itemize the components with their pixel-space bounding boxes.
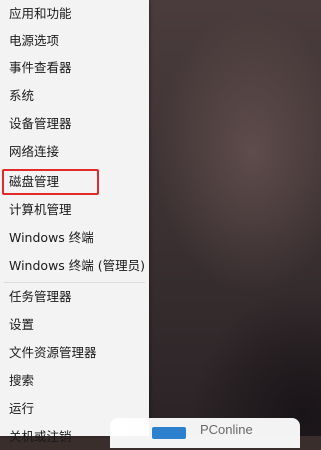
menu-item-apps-and-features[interactable]: 应用和功能 — [0, 0, 149, 27]
watermark-badge: PConline — [110, 418, 300, 448]
watermark-logo — [152, 427, 186, 439]
menu-item-event-viewer[interactable]: 事件查看器 — [0, 54, 149, 81]
menu-item-settings[interactable]: 设置 — [0, 311, 149, 338]
menu-item-windows-terminal-admin[interactable]: Windows 终端 (管理员) — [0, 252, 149, 279]
menu-item-task-manager[interactable]: 任务管理器 — [0, 283, 149, 310]
menu-item-computer-management[interactable]: 计算机管理 — [0, 196, 149, 223]
winx-context-menu: 应用和功能 电源选项 事件查看器 系统 设备管理器 网络连接 磁盘管理 计算机管… — [0, 0, 149, 444]
menu-item-device-manager[interactable]: 设备管理器 — [0, 110, 149, 137]
desktop-wallpaper — [149, 0, 321, 436]
menu-item-file-explorer[interactable]: 文件资源管理器 — [0, 339, 149, 366]
menu-item-windows-terminal[interactable]: Windows 终端 — [0, 224, 149, 251]
watermark-text: PConline — [200, 422, 253, 437]
menu-item-power-options[interactable]: 电源选项 — [0, 27, 149, 54]
menu-item-system[interactable]: 系统 — [0, 82, 149, 109]
menu-item-search[interactable]: 搜索 — [0, 367, 149, 394]
menu-item-network-connections[interactable]: 网络连接 — [0, 138, 149, 165]
menu-item-disk-management[interactable]: 磁盘管理 — [0, 168, 149, 195]
